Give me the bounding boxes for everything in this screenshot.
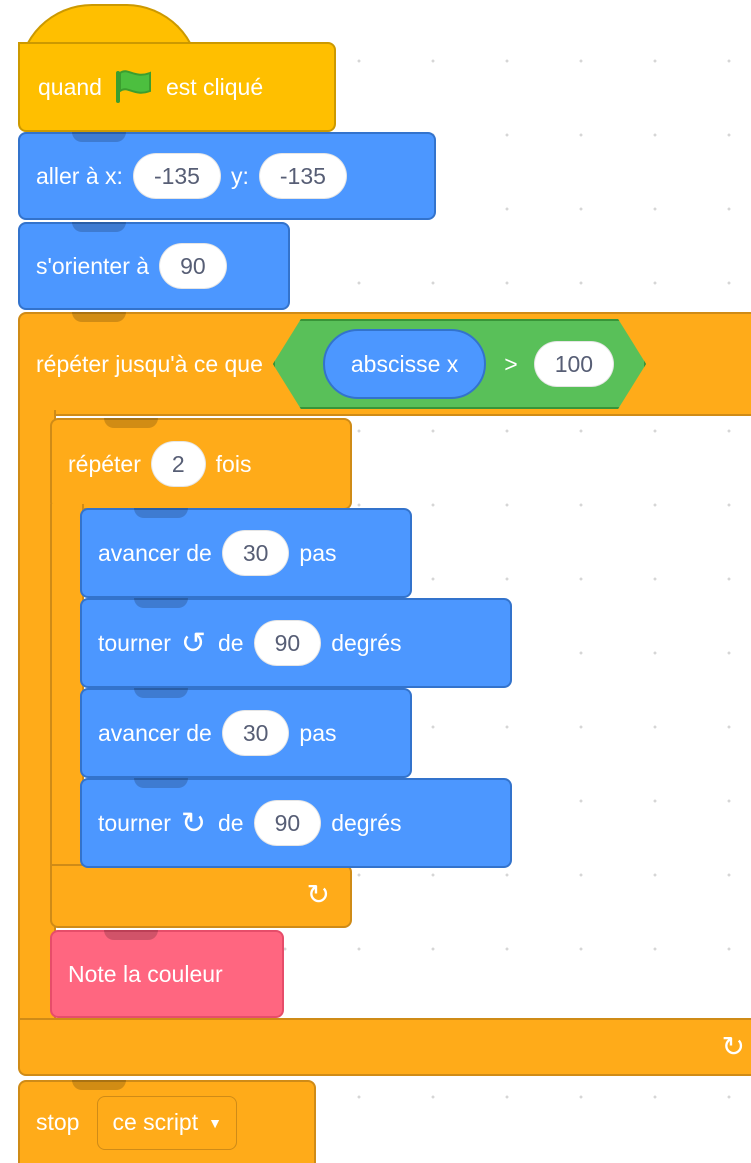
x-position-reporter[interactable]: abscisse x (323, 329, 486, 399)
degrees-input[interactable]: 90 (253, 800, 322, 846)
triangle-down-icon: ▼ (208, 1114, 222, 1131)
notch (72, 132, 126, 142)
y-input[interactable]: -135 (258, 153, 347, 199)
of-label: de (218, 629, 244, 656)
notch (134, 778, 188, 788)
stop-option-dropdown[interactable]: ce script ▼ (97, 1095, 237, 1150)
turn-right-block[interactable]: tourner ↻ de 90 degrés (80, 778, 512, 868)
steps-suffix: pas (299, 719, 337, 746)
steps-input[interactable]: 30 (221, 530, 290, 576)
notch (134, 598, 188, 608)
turn-left-block[interactable]: tourner ↺ de 90 degrés (80, 598, 512, 688)
repeat-arm (50, 504, 84, 868)
move-label: avancer de (98, 539, 212, 566)
when-label: quand (38, 73, 102, 100)
repeat-label: répéter (68, 450, 141, 477)
stop-block[interactable]: stop ce script ▼ (18, 1080, 316, 1163)
point-direction-block[interactable]: s'orienter à 90 (18, 222, 290, 310)
notch (134, 688, 188, 698)
compare-value-input[interactable]: 100 (534, 341, 614, 387)
rotate-left-icon: ↺ (180, 626, 207, 660)
custom-block-label: Note la couleur (68, 960, 223, 987)
move-steps-block[interactable]: avancer de 30 pas (80, 688, 412, 778)
loop-arrow-icon: ↻ (306, 879, 330, 910)
x-input[interactable]: -135 (132, 153, 221, 199)
repeat-block[interactable]: répéter 2 fois (50, 418, 352, 510)
operator-symbol: > (504, 350, 518, 377)
notch (72, 222, 126, 232)
move-label: avancer de (98, 719, 212, 746)
y-label: y: (230, 162, 249, 189)
point-label: s'orienter à (36, 252, 150, 279)
notch (72, 1080, 126, 1090)
custom-block-note-color[interactable]: Note la couleur (50, 930, 284, 1018)
repeat-count-input[interactable]: 2 (150, 441, 206, 487)
when-flag-clicked-block[interactable]: quand est cliqué (18, 42, 336, 132)
notch (104, 418, 158, 428)
repeat-until-bottom[interactable]: ↻ (18, 1018, 751, 1076)
degrees-suffix: degrés (331, 629, 402, 656)
direction-input[interactable]: 90 (159, 243, 227, 289)
repeat-bottom[interactable]: ↻ (50, 864, 352, 928)
stop-option-value: ce script (112, 1109, 199, 1135)
steps-suffix: pas (299, 539, 337, 566)
green-flag-icon (112, 69, 154, 105)
turn-label: tourner (98, 629, 171, 656)
notch (72, 312, 126, 322)
notch (104, 930, 158, 940)
repeat-until-label: répéter jusqu'à ce que (36, 350, 263, 377)
loop-arrow-icon: ↻ (721, 1031, 745, 1062)
repeat-until-block[interactable]: répéter jusqu'à ce que abscisse x > 100 (18, 312, 751, 416)
goto-xy-block[interactable]: aller à x: -135 y: -135 (18, 132, 436, 220)
times-label: fois (215, 450, 252, 477)
stop-label: stop (36, 1109, 80, 1135)
degrees-input[interactable]: 90 (253, 620, 322, 666)
move-steps-block[interactable]: avancer de 30 pas (80, 508, 412, 598)
rotate-right-icon: ↻ (180, 806, 207, 840)
degrees-suffix: degrés (331, 809, 402, 836)
clicked-label: est cliqué (165, 73, 264, 100)
turn-label: tourner (98, 809, 171, 836)
steps-input[interactable]: 30 (221, 710, 290, 756)
greater-than-operator[interactable]: abscisse x > 100 (273, 319, 646, 409)
goto-label: aller à x: (36, 162, 123, 189)
notch (134, 508, 188, 518)
of-label: de (218, 809, 244, 836)
